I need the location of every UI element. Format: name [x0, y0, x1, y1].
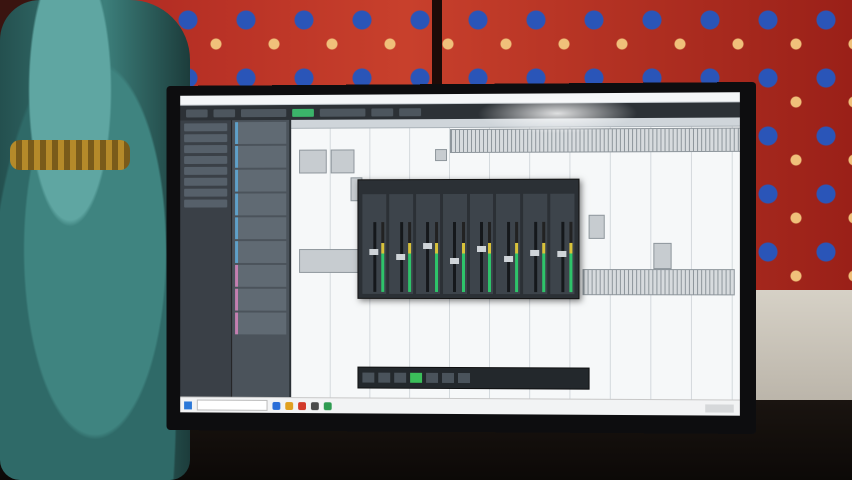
fader-handle[interactable] — [477, 246, 486, 252]
midi-clip[interactable] — [589, 215, 605, 239]
level-meter — [542, 222, 545, 292]
fader-handle[interactable] — [504, 256, 513, 262]
fader-track — [453, 222, 456, 292]
mixer-channel-strip[interactable] — [496, 194, 520, 294]
toolbar-button[interactable] — [399, 108, 421, 116]
inspector-row[interactable] — [184, 178, 227, 186]
record-button[interactable] — [426, 373, 438, 383]
statue-gold-ornament — [10, 140, 130, 170]
fader-track — [480, 222, 483, 292]
audio-clip[interactable] — [299, 249, 360, 273]
mixer-channel-strip[interactable] — [550, 194, 574, 294]
fader-handle[interactable] — [558, 251, 567, 257]
taskbar-app-icon[interactable] — [285, 402, 293, 410]
track-header[interactable] — [235, 122, 286, 144]
windows-taskbar — [180, 396, 740, 415]
taskbar-clock[interactable] — [705, 404, 734, 412]
inspector-row[interactable] — [184, 167, 227, 175]
audio-clip[interactable] — [583, 269, 735, 295]
toolbar-snap-selector[interactable] — [320, 109, 366, 117]
midi-clip[interactable] — [653, 243, 671, 269]
track-header[interactable] — [235, 193, 286, 215]
screen-glare — [477, 93, 638, 134]
track-header[interactable] — [235, 146, 286, 168]
fader-handle[interactable] — [423, 243, 432, 249]
track-list — [232, 120, 291, 397]
inspector-row[interactable] — [184, 145, 227, 153]
inspector-row[interactable] — [184, 134, 227, 142]
inspector-row[interactable] — [184, 156, 227, 164]
level-meter — [515, 222, 518, 292]
toolbar-mode-selector[interactable] — [241, 109, 286, 117]
fader-handle[interactable] — [531, 250, 540, 256]
fader-handle[interactable] — [450, 258, 459, 264]
mixer-channel-strip[interactable] — [523, 194, 547, 294]
transport-panel — [357, 367, 589, 390]
mixer-channel-strip[interactable] — [389, 194, 413, 294]
taskbar-app-icon[interactable] — [298, 402, 306, 410]
taskbar-app-icon[interactable] — [311, 402, 319, 410]
track-header[interactable] — [235, 265, 286, 287]
mixer-channel-strip[interactable] — [443, 194, 467, 294]
windows-start-icon[interactable] — [184, 401, 192, 409]
taskbar-app-icon[interactable] — [272, 401, 280, 409]
level-meter — [408, 222, 411, 292]
midi-clip[interactable] — [331, 149, 355, 173]
mixer-channel-strip[interactable] — [469, 194, 493, 294]
photo-scene — [0, 0, 852, 480]
toolbar-button[interactable] — [213, 109, 235, 117]
level-meter — [461, 222, 464, 292]
track-header[interactable] — [235, 217, 286, 239]
mixer-window[interactable] — [357, 179, 579, 300]
stop-button[interactable] — [394, 373, 406, 383]
fader-track — [427, 222, 430, 292]
inspector-row[interactable] — [184, 123, 227, 131]
mixer-channel-strip[interactable] — [362, 194, 386, 294]
curtain-divider — [432, 0, 442, 95]
track-header[interactable] — [235, 289, 286, 311]
toolbar-button[interactable] — [371, 108, 393, 116]
inspector-row[interactable] — [184, 200, 227, 208]
taskbar-search-input[interactable] — [197, 400, 268, 411]
toolbar-button[interactable] — [186, 109, 208, 117]
play-button[interactable] — [410, 373, 422, 383]
track-header[interactable] — [235, 313, 286, 335]
level-meter — [569, 222, 572, 292]
rewind-button[interactable] — [362, 373, 374, 383]
level-meter — [488, 222, 491, 292]
taskbar-app-icon[interactable] — [324, 402, 332, 410]
inspector-row[interactable] — [184, 189, 227, 197]
fader-handle[interactable] — [396, 254, 405, 260]
computer-monitor — [167, 82, 757, 434]
midi-clip[interactable] — [435, 149, 447, 161]
track-header[interactable] — [235, 170, 286, 192]
midi-clip[interactable] — [299, 150, 327, 174]
forward-button[interactable] — [378, 373, 390, 383]
track-header[interactable] — [235, 241, 286, 263]
toolbar-active-button[interactable] — [292, 109, 314, 117]
ganesha-statue — [0, 0, 190, 480]
track-inspector — [180, 120, 232, 397]
fader-track — [373, 222, 376, 292]
mixer-channel-strip[interactable] — [416, 194, 440, 294]
fader-handle[interactable] — [370, 249, 379, 255]
monitor-screen — [180, 92, 740, 415]
metronome-button[interactable] — [458, 373, 470, 383]
level-meter — [381, 222, 384, 292]
cycle-button[interactable] — [442, 373, 454, 383]
fader-track — [534, 222, 537, 292]
level-meter — [435, 222, 438, 292]
